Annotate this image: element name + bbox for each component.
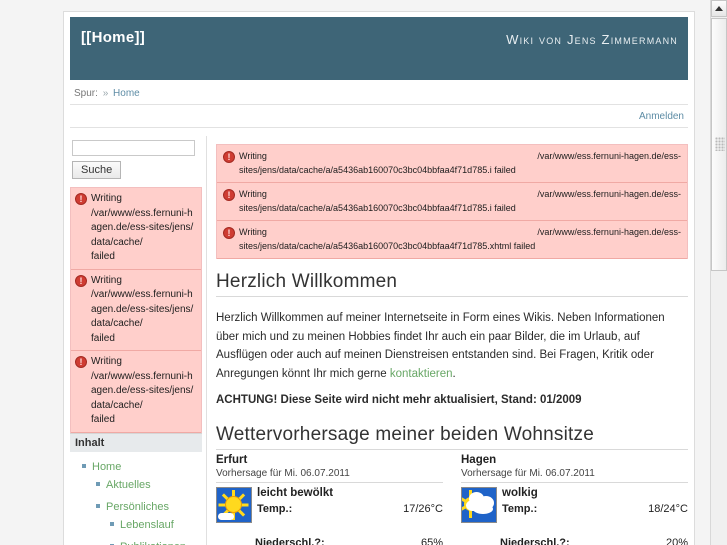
sidebar-error-text: Writing /var/www/ess.fernuni-hagen.de/es…	[91, 274, 194, 344]
sidebar-error-item: ! Writing /var/www/ess.fernuni-hagen.de/…	[71, 351, 201, 433]
weather-row: Erfurt Vorhersage für Mi. 06.07.2011 lei…	[216, 454, 688, 545]
sidebar-link-lebenslauf[interactable]: Lebenslauf	[120, 519, 174, 531]
weather-city: Hagen	[461, 453, 497, 466]
content-error-text: Writing /var/www/ess.fernuni-hagen.de/es…	[239, 189, 681, 213]
error-circle-icon: !	[223, 227, 235, 239]
content-error-item: ! Writing /var/www/ess.fernuni-hagen.de/…	[217, 221, 687, 259]
sidebar-item-lebenslauf[interactable]: Lebenslauf	[110, 515, 202, 533]
intro-paragraph: Herzlich Willkommen auf meiner Internets…	[216, 309, 688, 384]
site-claim: Wiki von Jens Zimmermann	[506, 32, 678, 47]
sidebar-error-list: ! Writing /var/www/ess.fernuni-hagen.de/…	[70, 187, 202, 433]
content-error-item: ! Writing /var/www/ess.fernuni-hagen.de/…	[217, 183, 687, 221]
login-link[interactable]: Anmelden	[639, 111, 684, 122]
error-circle-icon: !	[75, 193, 87, 205]
weather-condition: wolkig	[502, 486, 538, 499]
intro-text-part2: .	[452, 367, 456, 380]
weather-temp-value: 17/26°C	[403, 502, 443, 515]
site-header: [[Home]] Wiki von Jens Zimmermann	[70, 17, 688, 80]
content-error-text: Writing /var/www/ess.fernuni-hagen.de/es…	[239, 151, 681, 175]
weather-city: Erfurt	[216, 453, 248, 466]
welcome-heading: Herzlich Willkommen	[216, 271, 688, 297]
sidebar-error-item: ! Writing /var/www/ess.fernuni-hagen.de/…	[71, 188, 201, 270]
scrollbar-thumb[interactable]	[711, 18, 727, 271]
weather-precip-row: Niederschl.?: 65%	[216, 537, 443, 545]
vertical-scrollbar[interactable]	[710, 0, 727, 545]
bullet-icon	[96, 503, 100, 508]
error-circle-icon: !	[223, 189, 235, 201]
user-bar: Anmelden	[70, 105, 688, 128]
breadcrumb: Spur: » Home	[70, 80, 688, 105]
weather-condition: leicht bewölkt	[257, 486, 334, 499]
sidebar: Suche ! Writing /var/www/ess.fernuni-hag…	[70, 136, 207, 545]
sidebar-error-item: ! Writing /var/www/ess.fernuni-hagen.de/…	[71, 269, 201, 351]
sidebar-item-publikationen[interactable]: Publikationen	[110, 537, 202, 545]
error-circle-icon: !	[75, 274, 87, 287]
weather-temp-value: 18/24°C	[648, 502, 688, 515]
triangle-up-icon	[715, 6, 723, 11]
sidebar-error-text: Writing /var/www/ess.fernuni-hagen.de/es…	[91, 356, 194, 425]
contact-link[interactable]: kontaktieren	[390, 368, 453, 380]
sidebar-link-persoenliches[interactable]: Persönliches	[106, 501, 169, 513]
search-form: Suche	[70, 136, 202, 179]
error-circle-icon: !	[75, 356, 87, 368]
weather-temp-label: Temp.:	[502, 502, 538, 515]
sidebar-error-text: Writing /var/www/ess.fernuni-hagen.de/es…	[91, 193, 194, 262]
content-error-text: Writing /var/www/ess.fernuni-hagen.de/es…	[239, 227, 681, 251]
toc-heading: Inhalt	[70, 432, 202, 452]
weather-precip-label: Niederschl.?:	[255, 536, 325, 545]
weather-temp-row: Temp.: 18/24°C	[502, 503, 688, 515]
breadcrumb-label: Spur:	[74, 88, 98, 99]
breadcrumb-item-home[interactable]: Home	[113, 88, 140, 99]
content-error-item: ! Writing /var/www/ess.fernuni-hagen.de/…	[217, 145, 687, 183]
weather-temp-label: Temp.:	[257, 502, 293, 515]
main-content: ! Writing /var/www/ess.fernuni-hagen.de/…	[207, 136, 688, 545]
browser-viewport: [[Home]] Wiki von Jens Zimmermann Spur: …	[0, 0, 711, 545]
weather-date: Vorhersage für Mi. 06.07.2011	[461, 468, 688, 483]
sidebar-link-publikationen[interactable]: Publikationen	[120, 541, 186, 545]
weather-precip-value: 20%	[665, 536, 688, 545]
scroll-up-button[interactable]	[711, 0, 727, 17]
bullet-icon	[82, 463, 86, 468]
weather-precip-value: 65%	[420, 536, 443, 545]
wiki-page: [[Home]] Wiki von Jens Zimmermann Spur: …	[63, 11, 695, 545]
breadcrumb-separator-icon: »	[102, 88, 109, 99]
warning-notice: ACHTUNG! Diese Seite wird nicht mehr akt…	[216, 393, 582, 406]
weather-card-hagen: Hagen Vorhersage für Mi. 06.07.2011 wolk…	[461, 454, 688, 545]
weather-heading: Wettervorhersage meiner beiden Wohnsitze	[216, 424, 688, 450]
sidebar-item-aktuelles[interactable]: Aktuelles	[96, 475, 202, 493]
scrollbar-grip-icon	[715, 137, 725, 151]
sunny-icon	[216, 486, 252, 523]
weather-date: Vorhersage für Mi. 06.07.2011	[216, 468, 443, 483]
weather-card-erfurt: Erfurt Vorhersage für Mi. 06.07.2011 lei…	[216, 454, 443, 545]
body-columns: Suche ! Writing /var/www/ess.fernuni-hag…	[64, 128, 694, 545]
content-error-list: ! Writing /var/www/ess.fernuni-hagen.de/…	[216, 144, 688, 259]
sidebar-nav: Home Aktuelles Persönliches Lebenslauf	[70, 457, 202, 545]
bullet-icon	[110, 521, 114, 526]
cloudy-sun-icon	[461, 486, 497, 523]
sidebar-item-persoenliches[interactable]: Persönliches Lebenslauf Publikationen	[96, 497, 202, 545]
sidebar-item-home[interactable]: Home Aktuelles Persönliches Lebenslauf	[82, 457, 202, 545]
error-circle-icon: !	[223, 151, 235, 163]
sidebar-link-aktuelles[interactable]: Aktuelles	[106, 479, 151, 491]
search-input[interactable]	[72, 140, 195, 156]
search-button[interactable]: Suche	[72, 161, 122, 179]
weather-precip-label: Niederschl.?:	[500, 536, 570, 545]
weather-temp-row: Temp.: 17/26°C	[257, 503, 443, 515]
page-title: [[Home]]	[81, 29, 146, 46]
weather-precip-row: Niederschl.?: 20%	[461, 537, 688, 545]
bullet-icon	[96, 481, 100, 486]
sidebar-link-home[interactable]: Home	[92, 461, 121, 473]
